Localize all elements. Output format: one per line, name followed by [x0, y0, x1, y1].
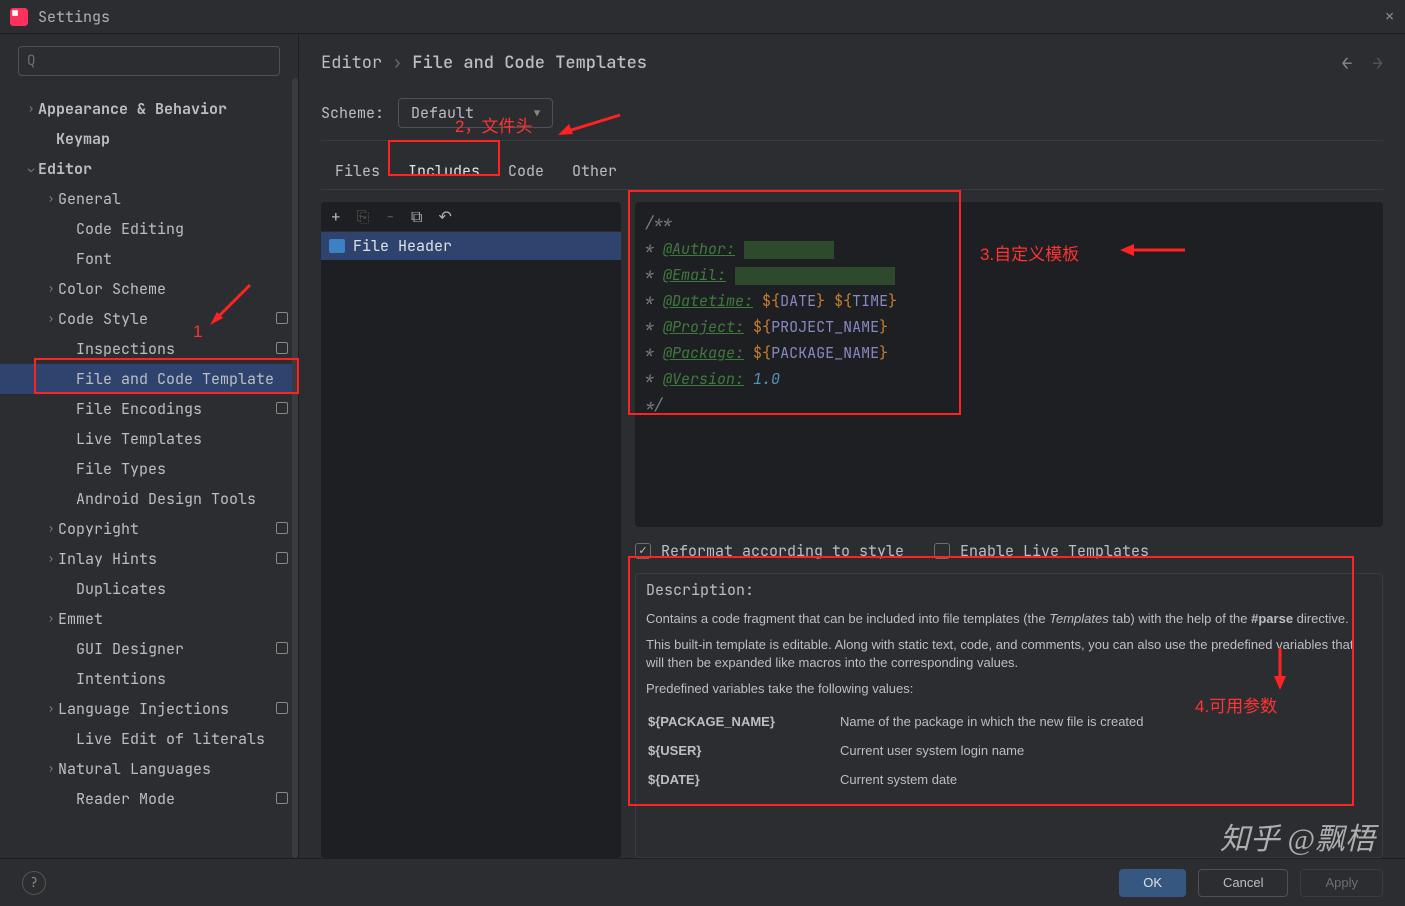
- template-list-panel: + ⎘ − ⧉ ↶ File Header: [321, 202, 621, 858]
- scheme-label: Scheme:: [321, 103, 384, 123]
- tree-item[interactable]: ›General: [0, 184, 298, 214]
- tree-item[interactable]: Reader Mode: [0, 784, 298, 814]
- livetpl-checkbox[interactable]: [934, 543, 950, 559]
- breadcrumb-part[interactable]: Editor: [321, 52, 382, 74]
- help-button[interactable]: ?: [22, 871, 46, 895]
- tree-item[interactable]: Live Templates: [0, 424, 298, 454]
- tree-item[interactable]: File Encodings: [0, 394, 298, 424]
- tree-item[interactable]: ⌄Editor: [0, 154, 298, 184]
- breadcrumb-part: File and Code Templates: [412, 52, 647, 74]
- template-list[interactable]: File Header: [321, 232, 621, 858]
- scheme-value: Default: [411, 103, 474, 123]
- options-row: ✓ Reformat according to style Enable Liv…: [635, 541, 1383, 561]
- watermark: 知乎 @飘梧: [1220, 814, 1375, 858]
- desc-title: Description:: [646, 580, 1372, 600]
- tree-item[interactable]: Font: [0, 244, 298, 274]
- tree-item[interactable]: File Types: [0, 454, 298, 484]
- tab-includes[interactable]: Includes: [394, 153, 494, 189]
- breadcrumb-sep: ›: [392, 52, 402, 74]
- file-icon: [329, 239, 345, 253]
- add-from-icon: ⎘: [357, 206, 370, 227]
- table-row: ${DATE}Current system date: [648, 766, 1144, 793]
- table-row: ${USER}Current user system login name: [648, 737, 1144, 764]
- tree-item[interactable]: ›Copyright: [0, 514, 298, 544]
- window-title: Settings: [38, 7, 110, 27]
- app-logo-icon: [10, 8, 28, 26]
- desc-text: This built-in template is editable. Alon…: [646, 636, 1372, 672]
- tree-item[interactable]: File and Code Template: [0, 364, 298, 394]
- reformat-checkbox[interactable]: ✓: [635, 543, 651, 559]
- dialog-footer: ? OK Cancel Apply: [0, 858, 1405, 906]
- ok-button[interactable]: OK: [1119, 869, 1186, 897]
- title-bar: Settings ×: [0, 0, 1405, 34]
- template-editor[interactable]: /** * @Author: * @Email: * @Datetime: ${…: [635, 202, 1383, 527]
- close-icon[interactable]: ×: [1384, 5, 1395, 28]
- main-panel: Editor › File and Code Templates ← → Sch…: [299, 34, 1405, 858]
- tree-item[interactable]: ›Natural Languages: [0, 754, 298, 784]
- add-icon[interactable]: +: [331, 206, 341, 227]
- table-row: ${PACKAGE_NAME}Name of the package in wh…: [648, 708, 1144, 735]
- tree-item[interactable]: ›Emmet: [0, 604, 298, 634]
- tree-item[interactable]: Intentions: [0, 664, 298, 694]
- undo-icon[interactable]: ↶: [438, 206, 451, 227]
- tree-item[interactable]: Android Design Tools: [0, 484, 298, 514]
- tree-item[interactable]: Inspections: [0, 334, 298, 364]
- tree-item[interactable]: Code Editing: [0, 214, 298, 244]
- scheme-select[interactable]: Default ▼: [398, 98, 553, 128]
- copy-icon[interactable]: ⧉: [411, 206, 422, 227]
- remove-icon: −: [385, 206, 395, 227]
- tree-item[interactable]: ›Language Injections: [0, 694, 298, 724]
- reformat-label: Reformat according to style: [661, 541, 904, 561]
- settings-tree-panel: Q ›Appearance & BehaviorKeymap⌄Editor›Ge…: [0, 34, 299, 858]
- breadcrumb: Editor › File and Code Templates: [321, 52, 1383, 74]
- list-toolbar: + ⎘ − ⧉ ↶: [321, 202, 621, 232]
- tree-item[interactable]: Duplicates: [0, 574, 298, 604]
- tree-item[interactable]: Live Edit of literals: [0, 724, 298, 754]
- tab-code[interactable]: Code: [494, 153, 558, 189]
- tree-item[interactable]: Keymap: [0, 124, 298, 154]
- tab-files[interactable]: Files: [321, 153, 394, 189]
- list-item[interactable]: File Header: [321, 232, 621, 260]
- chevron-down-icon: ▼: [534, 107, 540, 120]
- sidebar-scrollbar[interactable]: [292, 78, 298, 858]
- cancel-button[interactable]: Cancel: [1198, 869, 1288, 897]
- search-icon: Q: [27, 52, 35, 70]
- tree-item[interactable]: ›Inlay Hints: [0, 544, 298, 574]
- search-input[interactable]: Q: [18, 46, 280, 76]
- tree-item[interactable]: GUI Designer: [0, 634, 298, 664]
- nav-fwd-icon: →: [1372, 52, 1383, 75]
- tree-item[interactable]: ›Color Scheme: [0, 274, 298, 304]
- scheme-row: Scheme: Default ▼: [321, 98, 1383, 141]
- settings-tree[interactable]: ›Appearance & BehaviorKeymap⌄Editor›Gene…: [0, 88, 298, 858]
- tab-other[interactable]: Other: [558, 153, 631, 189]
- livetpl-label: Enable Live Templates: [960, 541, 1149, 561]
- nav-back-icon[interactable]: ←: [1341, 52, 1352, 75]
- apply-button[interactable]: Apply: [1300, 869, 1383, 897]
- vars-table: ${PACKAGE_NAME}Name of the package in wh…: [646, 706, 1146, 795]
- desc-text: Predefined variables take the following …: [646, 680, 1372, 698]
- template-tabs: FilesIncludesCodeOther: [321, 153, 1383, 190]
- tree-item[interactable]: ›Code Style: [0, 304, 298, 334]
- tree-item[interactable]: ›Appearance & Behavior: [0, 94, 298, 124]
- desc-text: Contains a code fragment that can be inc…: [646, 610, 1372, 628]
